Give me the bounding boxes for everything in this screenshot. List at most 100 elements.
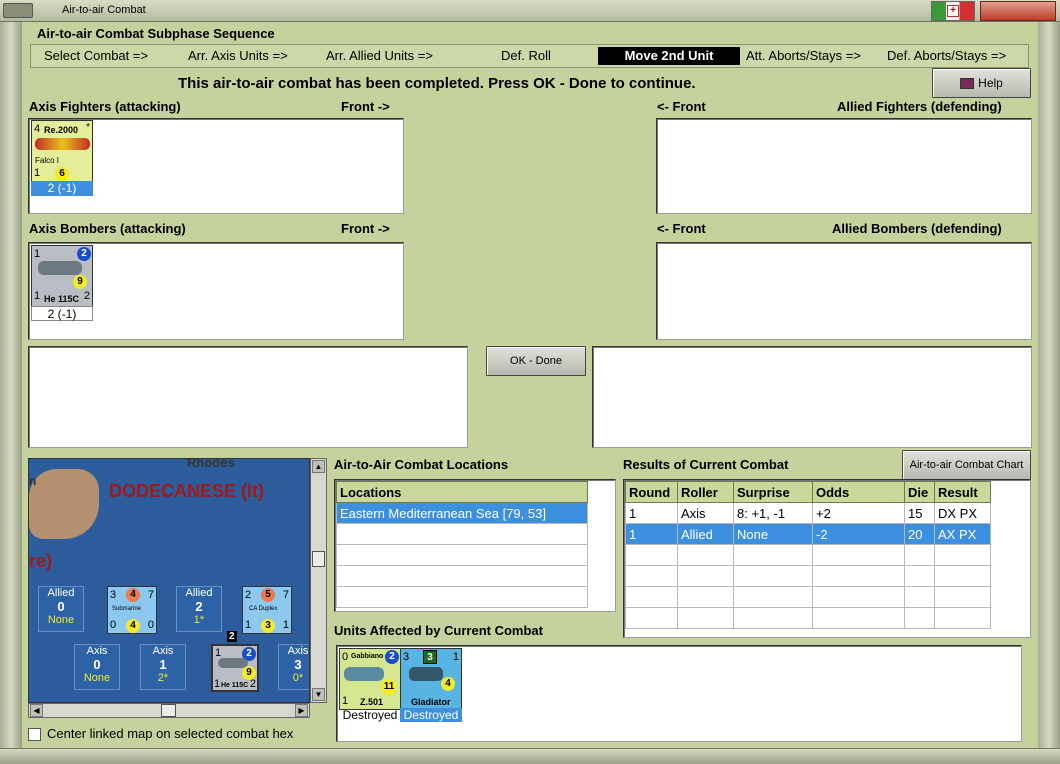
map-horizontal-scrollbar[interactable]: ◀ ▶ bbox=[28, 703, 310, 718]
cell-roller: Allied bbox=[677, 523, 734, 545]
results-table: Round Roller Surprise Odds Die Result 1 … bbox=[625, 481, 991, 629]
zone-sub: 1* bbox=[193, 614, 205, 626]
location-row[interactable]: Eastern Mediterranean Sea [79, 53] bbox=[336, 502, 588, 524]
map-zone-allied-0[interactable]: Allied 0 None bbox=[38, 586, 84, 632]
center-linked-checkbox[interactable] bbox=[28, 728, 41, 741]
counter-value-d: 0 bbox=[110, 619, 117, 631]
map-hscroll-thumb[interactable] bbox=[161, 704, 176, 717]
counter-value-b: 5 bbox=[261, 588, 275, 602]
counter-unit-name: Submarine bbox=[112, 606, 142, 612]
axis-result-panel bbox=[28, 346, 468, 448]
counter-combat-value: 9 bbox=[73, 275, 87, 289]
results-header-surprise: Surprise bbox=[733, 481, 813, 503]
seq-step-arr-axis: Arr. Axis Units => bbox=[188, 48, 288, 63]
scroll-right-icon[interactable]: ▶ bbox=[295, 704, 308, 717]
counter-value-c: 7 bbox=[147, 589, 154, 601]
counter-value-a: 2 bbox=[245, 589, 252, 601]
counter-value-e: 3 bbox=[261, 619, 275, 633]
zone-value: 0 bbox=[57, 599, 65, 614]
frame-left bbox=[0, 22, 22, 764]
map-counter-ca-duplex[interactable]: 2 5 7 CA Duplex 1 3 1 bbox=[242, 586, 292, 634]
close-button[interactable] bbox=[980, 1, 1056, 21]
counter-value-d: 1 bbox=[245, 619, 252, 631]
counter-top-right-value: 1 bbox=[452, 651, 459, 663]
scroll-left-icon[interactable]: ◀ bbox=[30, 704, 43, 717]
affected-2-caption: Destroyed bbox=[400, 708, 462, 722]
counter-combat-value: 11 bbox=[381, 679, 397, 695]
unit-counter-re2000[interactable]: 4 Re.2000 * Falco I 1 6 bbox=[31, 120, 93, 182]
allied-fighters-panel[interactable] bbox=[656, 118, 1032, 214]
map-counter-submarine[interactable]: 3 4 7 Submarine 0 4 0 bbox=[107, 586, 157, 634]
help-button[interactable]: Help bbox=[932, 68, 1031, 98]
island-terrain bbox=[29, 469, 99, 539]
window-menu-icon[interactable] bbox=[3, 3, 33, 18]
counter-combat-value: 6 bbox=[55, 167, 69, 181]
zone-value: 2 bbox=[195, 599, 203, 614]
unit-counter-gladiator[interactable]: 3 3 1 4 Gladiator bbox=[400, 648, 462, 710]
cell-surprise: 8: +1, -1 bbox=[733, 502, 813, 524]
allied-bombers-panel[interactable] bbox=[656, 242, 1032, 340]
counter-unit-subname: Falco I bbox=[35, 156, 60, 165]
affected-1-caption: Destroyed bbox=[342, 708, 398, 722]
seq-step-def-aborts: Def. Aborts/Stays => bbox=[887, 48, 1007, 63]
combat-chart-button[interactable]: Air-to-air Combat Chart bbox=[902, 450, 1031, 480]
frame-bottom bbox=[0, 748, 1060, 764]
seq-step-arr-allied: Arr. Allied Units => bbox=[326, 48, 433, 63]
locations-label: Air-to-Air Combat Locations bbox=[334, 457, 509, 472]
scroll-up-icon[interactable]: ▲ bbox=[312, 460, 325, 473]
counter-bottom-left-value: 1 bbox=[34, 290, 41, 302]
counter-value-b: 4 bbox=[126, 588, 140, 602]
map-counter-he115c[interactable]: 1 2 9 1 He 115C 2 bbox=[211, 644, 259, 692]
seq-step-move-2nd-unit: Move 2nd Unit bbox=[598, 47, 740, 65]
zone-sub: None bbox=[83, 672, 111, 684]
counter-value-c: 7 bbox=[282, 589, 289, 601]
counter-unit-code: Z.501 bbox=[360, 697, 384, 707]
counter-value-f: 1 bbox=[282, 619, 289, 631]
zone-side: Axis bbox=[86, 645, 108, 657]
map-label-rhodes: Rhodes bbox=[187, 458, 235, 470]
counter-bottom-right-value: 2 bbox=[83, 290, 90, 302]
counter-top-left-value: 1 bbox=[215, 647, 222, 659]
zone-side: Axis bbox=[152, 645, 174, 657]
title-bar: Air-to-air Combat + bbox=[0, 0, 1060, 22]
map-vertical-scrollbar[interactable]: ▲ ▼ bbox=[310, 458, 327, 703]
results-row-selected[interactable]: 1 Allied None -2 20 AX PX bbox=[625, 523, 991, 545]
affected-label: Units Affected by Current Combat bbox=[334, 623, 543, 638]
frame-right bbox=[1038, 22, 1060, 764]
unit-counter-z501[interactable]: 0 Gabbiano 2 11 1 Z.501 bbox=[339, 648, 401, 710]
counter-unit-name: CA Duplex bbox=[249, 606, 278, 612]
linked-map[interactable]: Rhodes n DODECANESE (It) re) Allied 0 No… bbox=[28, 458, 310, 703]
seq-step-att-aborts: Att. Aborts/Stays => bbox=[746, 48, 861, 63]
counter-value-f: 0 bbox=[147, 619, 154, 631]
window-title: Air-to-air Combat bbox=[62, 4, 146, 16]
cell-roller: Axis bbox=[677, 502, 734, 524]
map-label-fragment-re: re) bbox=[29, 551, 53, 571]
map-zone-axis-3[interactable]: Axis 3 0* bbox=[278, 644, 309, 690]
unit-counter-he115c[interactable]: 1 2 9 1 He 115C 2 bbox=[31, 245, 93, 307]
seaplane-icon bbox=[344, 667, 384, 681]
scroll-down-icon[interactable]: ▼ bbox=[312, 688, 325, 701]
axis-fighters-front-label: Front -> bbox=[341, 99, 390, 114]
results-header-result: Result bbox=[934, 481, 991, 503]
fighter-caption: 2 (-1) bbox=[31, 181, 93, 196]
map-vscroll-thumb[interactable] bbox=[312, 551, 325, 567]
allied-fighters-label: Allied Fighters (defending) bbox=[837, 99, 1002, 114]
results-row[interactable]: 1 Axis 8: +1, -1 +2 15 DX PX bbox=[625, 502, 991, 524]
cell-odds: -2 bbox=[812, 523, 905, 545]
map-zone-axis-1[interactable]: Axis 1 2* bbox=[140, 644, 186, 690]
axis-fighters-label: Axis Fighters (attacking) bbox=[29, 99, 181, 114]
map-zone-allied-2[interactable]: Allied 2 1* bbox=[176, 586, 222, 632]
allied-bombers-front-label: <- Front bbox=[657, 221, 706, 236]
zone-side: Allied bbox=[185, 587, 213, 599]
counter-value-e: 4 bbox=[126, 619, 140, 633]
cell-result: AX PX bbox=[934, 523, 991, 545]
zone-side: Allied bbox=[47, 587, 75, 599]
counter-bottom-right-value: 2 bbox=[249, 678, 256, 690]
counter-unit-name: Gabbiano bbox=[351, 653, 384, 660]
ok-done-button[interactable]: OK - Done bbox=[486, 346, 586, 376]
map-zone-axis-0[interactable]: Axis 0 None bbox=[74, 644, 120, 690]
counter-unit-name: Gladiator bbox=[411, 697, 451, 707]
sequence-title: Air-to-air Combat Subphase Sequence bbox=[37, 26, 275, 41]
counter-bottom-left-value: 1 bbox=[342, 695, 349, 707]
fighter-plane-icon bbox=[35, 138, 90, 150]
